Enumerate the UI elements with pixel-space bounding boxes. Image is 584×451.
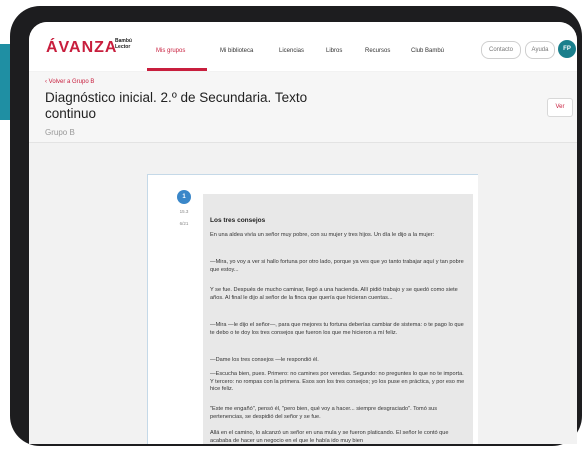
help-button[interactable]: Ayuda (525, 41, 555, 59)
story-paragraph: En una aldea vivía un señor muy pobre, c… (210, 232, 435, 238)
tablet-frame: ÁVANZA Bambú Lector Mis grupos Mi biblio… (10, 6, 582, 446)
document-sidebar (148, 175, 178, 444)
active-tab-indicator (147, 68, 207, 71)
nav-licencias[interactable]: Licencias (279, 48, 304, 54)
story-paragraph: —Escucha bien, pues. Primero: no camines… (210, 371, 465, 392)
story-paragraph: —Mira —le dijo el señor—, para que mejor… (210, 322, 464, 336)
nav-recursos[interactable]: Recursos (365, 48, 390, 54)
brand-logo[interactable]: ÁVANZA (46, 39, 117, 57)
nav-libros[interactable]: Libros (326, 48, 342, 54)
group-label: Grupo B (45, 128, 75, 137)
nav-mi-biblioteca[interactable]: Mi biblioteca (220, 48, 253, 54)
sidebar-meta-2: 6/21 (179, 221, 189, 226)
story-paragraph: Y se fue. Después de mucho caminar, lleg… (210, 287, 458, 301)
nav-club-bambu[interactable]: Club Bambú (411, 48, 444, 54)
nav-mis-grupos[interactable]: Mis grupos (156, 48, 185, 54)
app-screen: ÁVANZA Bambú Lector Mis grupos Mi biblio… (29, 22, 577, 444)
top-navigation-bar: ÁVANZA Bambú Lector Mis grupos Mi biblio… (29, 22, 577, 71)
contact-button[interactable]: Contacto (481, 41, 521, 59)
story-title: Los tres consejos (210, 217, 266, 224)
sidebar-meta-1: 15.3 (179, 209, 189, 214)
story-paragraph: Allá en el camino, lo alcanzó un señor e… (210, 430, 449, 444)
back-link[interactable]: ‹ Volver a Grupo B (45, 79, 94, 85)
page-title: Diagnóstico inicial. 2.º de Secundaria. … (45, 90, 345, 122)
question-number-badge[interactable]: 1 (177, 190, 191, 204)
page-title-line-1: Diagnóstico inicial. 2.º de Secundaria. … (45, 90, 308, 105)
brand-sub-label: Bambú Lector (115, 38, 132, 50)
page-title-line-2: continuo (45, 106, 97, 121)
view-button[interactable]: Ver (547, 98, 573, 117)
brand-sub-line-2: Lector (115, 44, 131, 50)
story-paragraph: "Este me engañó", pensó él, "pero bien, … (210, 406, 438, 420)
story-paragraph: —Dame los tres consejos —le respondió él… (210, 357, 319, 363)
story-paragraph: —Mira, yo voy a ver si hallo fortuna por… (210, 259, 464, 273)
user-avatar[interactable]: FP (558, 40, 576, 58)
